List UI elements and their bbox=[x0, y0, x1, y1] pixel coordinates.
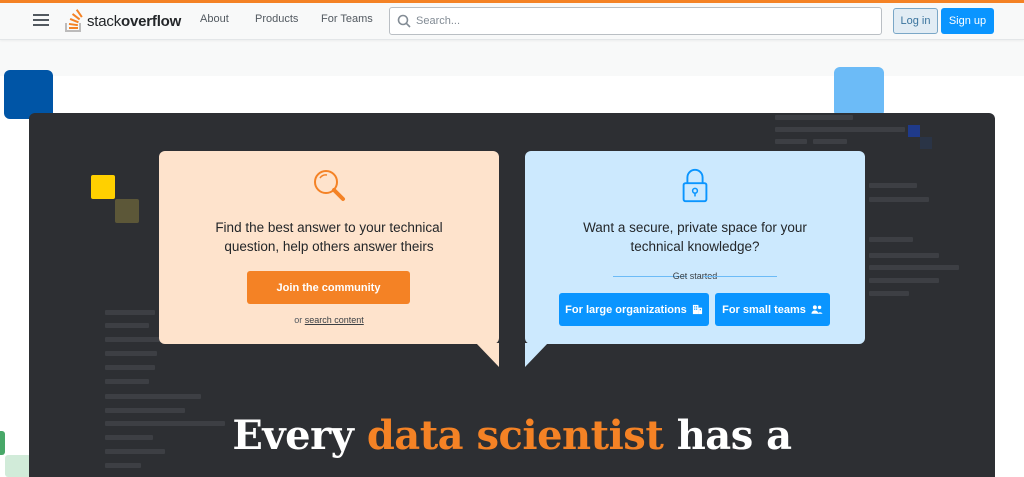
teams-card-tail bbox=[525, 343, 548, 367]
large-organizations-label: For large organizations bbox=[565, 303, 687, 316]
people-icon bbox=[811, 305, 823, 314]
magnifier-icon bbox=[314, 170, 345, 201]
hero-headline: Every data scientist has a bbox=[232, 412, 792, 459]
teams-card-text-line2: technical knowledge? bbox=[630, 239, 760, 254]
nav-for-teams-link[interactable]: For Teams bbox=[321, 13, 373, 25]
nav-about-link[interactable]: About bbox=[200, 13, 229, 25]
get-started-label: Get started bbox=[672, 271, 718, 281]
community-card-tail bbox=[476, 343, 499, 367]
signup-button[interactable]: Sign up bbox=[941, 8, 994, 34]
lock-icon bbox=[682, 168, 708, 203]
logo-text: stackoverflow bbox=[87, 12, 182, 30]
headline-highlight: data scientist bbox=[366, 412, 664, 459]
small-teams-button[interactable]: For small teams bbox=[715, 293, 830, 326]
join-community-button[interactable]: Join the community bbox=[247, 271, 410, 304]
community-card-text-line1: Find the best answer to your technical bbox=[215, 220, 443, 235]
logo-icon bbox=[65, 9, 83, 32]
hamburger-icon[interactable] bbox=[33, 14, 49, 28]
search-content-link[interactable]: search content bbox=[305, 315, 364, 325]
search-box[interactable] bbox=[389, 7, 882, 35]
community-card: Find the best answer to your technical q… bbox=[159, 151, 499, 344]
stackoverflow-logo[interactable]: stackoverflow bbox=[63, 7, 181, 35]
or-search-content: or search content bbox=[294, 315, 364, 325]
deco-square-blue bbox=[4, 70, 53, 119]
teams-card-text-line1: Want a secure, private space for your bbox=[583, 220, 807, 235]
login-button[interactable]: Log in bbox=[893, 8, 938, 34]
top-bar: stackoverflow About Products For Teams L… bbox=[0, 0, 1024, 40]
deco-square-lightblue bbox=[834, 67, 884, 117]
teams-card: Want a secure, private space for your te… bbox=[525, 151, 865, 344]
community-card-text-line2: question, help others answer theirs bbox=[224, 239, 434, 254]
search-input[interactable] bbox=[416, 8, 876, 34]
search-icon bbox=[397, 14, 411, 28]
building-icon bbox=[692, 304, 702, 315]
large-organizations-button[interactable]: For large organizations bbox=[559, 293, 709, 326]
nav-products-link[interactable]: Products bbox=[255, 13, 298, 25]
small-teams-label: For small teams bbox=[722, 303, 806, 316]
divider-right bbox=[703, 276, 777, 277]
